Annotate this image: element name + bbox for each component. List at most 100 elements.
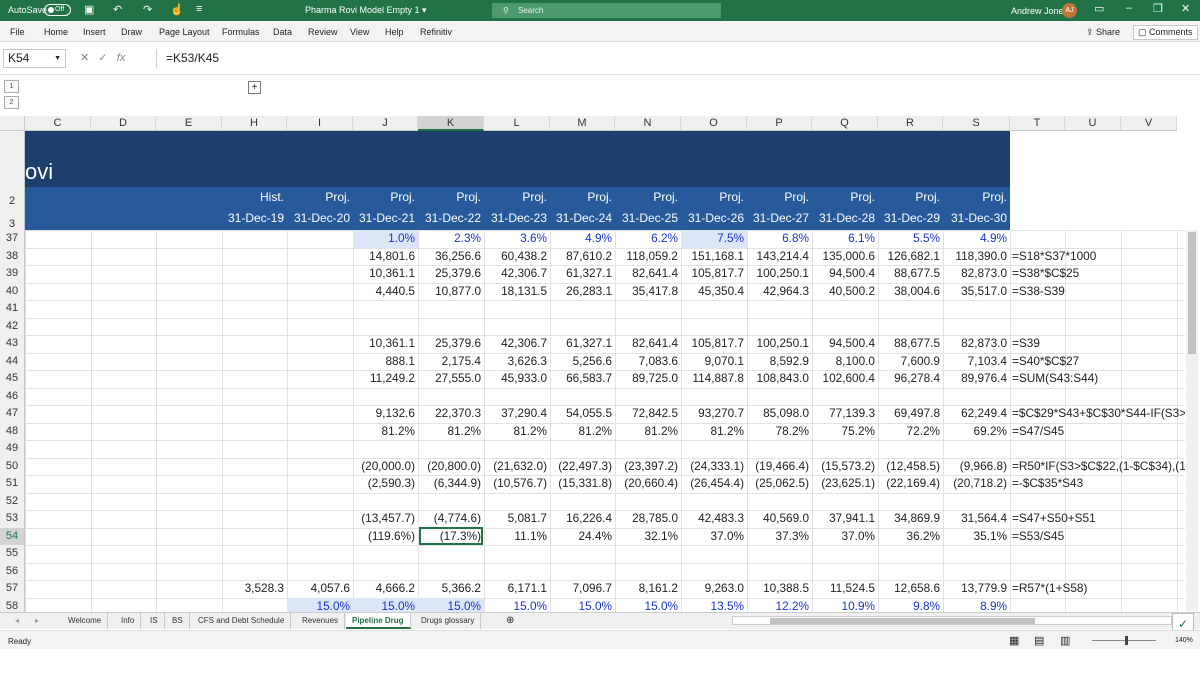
column-header-r[interactable]: R [878, 116, 943, 131]
enter-icon[interactable]: ✓ [98, 52, 107, 64]
row-header-45[interactable]: 45 [0, 370, 25, 388]
cell-l51[interactable]: (10,576.7) [484, 475, 550, 493]
cell-n37[interactable]: 6.2% [615, 230, 681, 248]
cell-r47[interactable]: 69,497.8 [878, 405, 943, 423]
cell-m40[interactable]: 26,283.1 [550, 283, 615, 301]
row-header-38[interactable]: 38 [0, 247, 25, 265]
cell-p48[interactable]: 78.2% [747, 423, 812, 441]
cell-s48[interactable]: 69.2% [943, 423, 1010, 441]
cell-r38[interactable]: 126,682.1 [878, 248, 943, 266]
row-header-46[interactable]: 46 [0, 387, 25, 405]
menu-draw[interactable]: Draw [121, 27, 142, 37]
cell-r51[interactable]: (22,169.4) [878, 475, 943, 493]
column-header-s[interactable]: S [943, 116, 1010, 131]
row-header-53[interactable]: 53 [0, 510, 25, 528]
cell-q54[interactable]: 37.0% [812, 528, 878, 546]
tab-scroll-left-icon[interactable]: ◂ [15, 616, 19, 625]
cell-p51[interactable]: (25,062.5) [747, 475, 812, 493]
menu-help[interactable]: Help [385, 27, 404, 37]
row-header-48[interactable]: 48 [0, 422, 25, 440]
cell-q47[interactable]: 77,139.3 [812, 405, 878, 423]
cell-l54[interactable]: 11.1% [484, 528, 550, 546]
formula-text-t50[interactable]: =R50*IF(S3>$C$22,(1-$C$34),(1+ [1012, 458, 1185, 476]
autosave-toggle[interactable]: Off [44, 4, 71, 16]
cell-l48[interactable]: 81.2% [484, 423, 550, 441]
cell-p40[interactable]: 42,964.3 [747, 283, 812, 301]
cell-q37[interactable]: 6.1% [812, 230, 878, 248]
selected-cell[interactable] [419, 527, 483, 545]
formula-text-t43[interactable]: =S39 [1012, 335, 1185, 353]
cell-k45[interactable]: 27,555.0 [418, 370, 484, 388]
cell-m45[interactable]: 66,583.7 [550, 370, 615, 388]
cell-r57[interactable]: 12,658.6 [878, 580, 943, 598]
formula-text-t47[interactable]: =$C$29*S43+$C$30*S44-IF(S3>$ [1012, 405, 1185, 423]
cell-o38[interactable]: 151,168.1 [681, 248, 747, 266]
normal-view-icon[interactable]: ▦ [1009, 634, 1019, 647]
undo-icon[interactable]: ↶ [113, 3, 122, 16]
menu-view[interactable]: View [350, 27, 369, 37]
cell-s50[interactable]: (9,966.8) [943, 458, 1010, 476]
ribbon-display-icon[interactable]: ▭ [1094, 2, 1104, 15]
cell-l45[interactable]: 45,933.0 [484, 370, 550, 388]
cell-m38[interactable]: 87,610.2 [550, 248, 615, 266]
cell-p57[interactable]: 10,388.5 [747, 580, 812, 598]
column-header-m[interactable]: M [550, 116, 615, 131]
restore-icon[interactable]: ❐ [1153, 2, 1163, 15]
cell-r43[interactable]: 88,677.5 [878, 335, 943, 353]
select-all-corner[interactable] [0, 116, 25, 131]
column-header-o[interactable]: O [681, 116, 747, 131]
formula-text-t51[interactable]: =-$C$35*S43 [1012, 475, 1185, 493]
cell-m51[interactable]: (15,331.8) [550, 475, 615, 493]
cell-q51[interactable]: (23,625.1) [812, 475, 878, 493]
tab-drugs-glossary[interactable]: Drugs glossary [415, 613, 482, 629]
cell-n54[interactable]: 32.1% [615, 528, 681, 546]
row-header-1[interactable]: 1 [0, 131, 25, 221]
row-header-50[interactable]: 50 [0, 457, 25, 475]
cell-p47[interactable]: 85,098.0 [747, 405, 812, 423]
column-header-h[interactable]: H [222, 116, 287, 131]
cell-q39[interactable]: 94,500.4 [812, 265, 878, 283]
cell-n44[interactable]: 7,083.6 [615, 353, 681, 371]
cell-q40[interactable]: 40,500.2 [812, 283, 878, 301]
user-name[interactable]: Andrew Jones [1011, 6, 1068, 16]
cell-k43[interactable]: 25,379.6 [418, 335, 484, 353]
row-header-37[interactable]: 37 [0, 230, 25, 248]
cell-s40[interactable]: 35,517.0 [943, 283, 1010, 301]
menu-review[interactable]: Review [308, 27, 338, 37]
formula-text-t38[interactable]: =S18*S37*1000 [1012, 248, 1185, 266]
column-header-l[interactable]: L [484, 116, 550, 131]
cell-p43[interactable]: 100,250.1 [747, 335, 812, 353]
column-header-q[interactable]: Q [812, 116, 878, 131]
formula-text-t53[interactable]: =S47+S50+S51 [1012, 510, 1185, 528]
cell-l40[interactable]: 18,131.5 [484, 283, 550, 301]
zoom-level[interactable]: 140% [1175, 637, 1193, 644]
cell-k51[interactable]: (6,344.9) [418, 475, 484, 493]
chevron-down-icon[interactable]: ▼ [54, 50, 61, 67]
row-header-52[interactable]: 52 [0, 492, 25, 510]
cell-l38[interactable]: 60,438.2 [484, 248, 550, 266]
cell-q48[interactable]: 75.2% [812, 423, 878, 441]
cell-k48[interactable]: 81.2% [418, 423, 484, 441]
name-box[interactable]: K54 ▼ [3, 49, 66, 68]
insert-function-icon[interactable]: fx [117, 52, 126, 64]
cell-s54[interactable]: 35.1% [943, 528, 1010, 546]
cell-j50[interactable]: (20,000.0) [353, 458, 418, 476]
cell-m47[interactable]: 54,055.5 [550, 405, 615, 423]
cell-m53[interactable]: 16,226.4 [550, 510, 615, 528]
cell-j51[interactable]: (2,590.3) [353, 475, 418, 493]
cell-n48[interactable]: 81.2% [615, 423, 681, 441]
cell-k39[interactable]: 25,379.6 [418, 265, 484, 283]
cell-p37[interactable]: 6.8% [747, 230, 812, 248]
cell-m44[interactable]: 5,256.6 [550, 353, 615, 371]
cell-j45[interactable]: 11,249.2 [353, 370, 418, 388]
cell-q45[interactable]: 102,600.4 [812, 370, 878, 388]
cell-s38[interactable]: 118,390.0 [943, 248, 1010, 266]
row-header-3[interactable]: 3 [0, 208, 25, 230]
cell-n57[interactable]: 8,161.2 [615, 580, 681, 598]
vertical-scroll-thumb[interactable] [1188, 232, 1196, 354]
tab-revenues[interactable]: Revenues [296, 613, 346, 629]
cell-j47[interactable]: 9,132.6 [353, 405, 418, 423]
cell-o53[interactable]: 42,483.3 [681, 510, 747, 528]
cell-s47[interactable]: 62,249.4 [943, 405, 1010, 423]
cell-q57[interactable]: 11,524.5 [812, 580, 878, 598]
